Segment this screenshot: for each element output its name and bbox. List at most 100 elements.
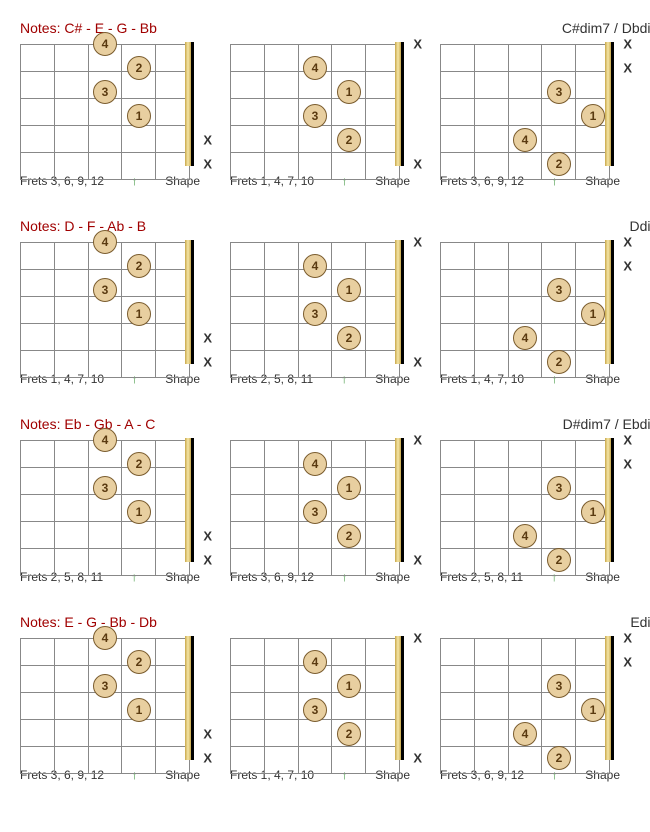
nut bbox=[395, 636, 404, 760]
mute-marker: X bbox=[623, 259, 632, 274]
mute-marker: X bbox=[413, 235, 422, 250]
mute-marker: X bbox=[413, 751, 422, 766]
chord-diagram: 3142XXFrets 2, 5, 8, 11↑Shape bbox=[440, 440, 620, 584]
fretboard: 3142XX bbox=[440, 44, 620, 164]
mute-marker: X bbox=[203, 331, 212, 346]
chord-diagram: 4231XXFrets 2, 5, 8, 11↑Shape bbox=[20, 440, 200, 584]
finger-dot: 2 bbox=[127, 452, 151, 476]
mute-marker: X bbox=[203, 133, 212, 148]
finger-dot: 1 bbox=[127, 500, 151, 524]
notes-label: Notes: C# - E - G - Bb bbox=[20, 20, 157, 36]
finger-dot: 1 bbox=[581, 698, 605, 722]
nut bbox=[395, 240, 404, 364]
finger-dot: 2 bbox=[337, 524, 361, 548]
finger-dot: 1 bbox=[337, 674, 361, 698]
fretboard: 4132XX bbox=[230, 242, 410, 362]
finger-dot: 3 bbox=[93, 476, 117, 500]
finger-dot: 1 bbox=[127, 104, 151, 128]
chord-diagram: 4132XXFrets 1, 4, 7, 10↑Shape bbox=[230, 44, 410, 188]
finger-dot: 2 bbox=[127, 650, 151, 674]
mute-marker: X bbox=[203, 355, 212, 370]
finger-dot: 4 bbox=[513, 524, 537, 548]
finger-dot: 4 bbox=[513, 326, 537, 350]
mute-marker: X bbox=[413, 553, 422, 568]
finger-dot: 4 bbox=[303, 254, 327, 278]
finger-dot: 3 bbox=[303, 698, 327, 722]
finger-dot: 4 bbox=[93, 428, 117, 452]
finger-dot: 3 bbox=[547, 80, 571, 104]
nut bbox=[605, 240, 614, 364]
finger-dot: 2 bbox=[337, 128, 361, 152]
finger-dot: 4 bbox=[303, 452, 327, 476]
chord-diagram: 4132XXFrets 1, 4, 7, 10↑Shape bbox=[230, 638, 410, 782]
mute-marker: X bbox=[203, 529, 212, 544]
finger-dot: 2 bbox=[547, 548, 571, 572]
nut bbox=[605, 636, 614, 760]
chord-diagram: 4132XXFrets 3, 6, 9, 12↑Shape bbox=[230, 440, 410, 584]
chord-diagram: 3142XXFrets 3, 6, 9, 12↑Shape bbox=[440, 638, 620, 782]
chord-diagram: 4231XXFrets 1, 4, 7, 10↑Shape bbox=[20, 242, 200, 386]
diagrams-row: 4231XXFrets 3, 6, 9, 12↑Shape4132XXFrets… bbox=[20, 638, 650, 782]
finger-dot: 2 bbox=[337, 326, 361, 350]
finger-dot: 1 bbox=[337, 476, 361, 500]
mute-marker: X bbox=[413, 355, 422, 370]
chord-diagram: 4231XXFrets 3, 6, 9, 12↑Shape bbox=[20, 638, 200, 782]
finger-dot: 1 bbox=[581, 104, 605, 128]
nut bbox=[185, 438, 194, 562]
fretboard: 3142XX bbox=[440, 440, 620, 560]
chord-row: Notes: Eb - Gb - A - CD#dim7 / Ebdim7423… bbox=[20, 416, 650, 584]
mute-marker: X bbox=[623, 655, 632, 670]
fretboard: 4231XX bbox=[20, 242, 200, 362]
finger-dot: 1 bbox=[127, 302, 151, 326]
mute-marker: X bbox=[203, 751, 212, 766]
finger-dot: 1 bbox=[581, 302, 605, 326]
finger-dot: 4 bbox=[513, 722, 537, 746]
finger-dot: 2 bbox=[337, 722, 361, 746]
finger-dot: 3 bbox=[93, 278, 117, 302]
chord-name: Ddim7 bbox=[630, 218, 650, 234]
row-header: Notes: E - G - Bb - DbEdim7 bbox=[20, 614, 650, 630]
chord-name: C#dim7 / Dbdim7 bbox=[562, 20, 650, 36]
finger-dot: 4 bbox=[513, 128, 537, 152]
mute-marker: X bbox=[203, 727, 212, 742]
chord-row: Notes: C# - E - G - BbC#dim7 / Dbdim7423… bbox=[20, 20, 650, 188]
finger-dot: 3 bbox=[547, 278, 571, 302]
nut bbox=[605, 438, 614, 562]
finger-dot: 4 bbox=[303, 650, 327, 674]
mute-marker: X bbox=[623, 235, 632, 250]
finger-dot: 2 bbox=[127, 56, 151, 80]
nut bbox=[605, 42, 614, 166]
diagrams-row: 4231XXFrets 1, 4, 7, 10↑Shape4132XXFrets… bbox=[20, 242, 650, 386]
finger-dot: 3 bbox=[547, 674, 571, 698]
chord-diagram: 4231XXFrets 3, 6, 9, 12↑Shape bbox=[20, 44, 200, 188]
mute-marker: X bbox=[413, 631, 422, 646]
finger-dot: 3 bbox=[93, 80, 117, 104]
mute-marker: X bbox=[413, 37, 422, 52]
finger-dot: 1 bbox=[337, 278, 361, 302]
finger-dot: 4 bbox=[93, 626, 117, 650]
chord-name: Edim7 bbox=[630, 614, 650, 630]
row-header: Notes: C# - E - G - Bb C#dim7 / Dbdim7 bbox=[20, 20, 650, 36]
finger-dot: 4 bbox=[93, 32, 117, 56]
finger-dot: 1 bbox=[581, 500, 605, 524]
finger-dot: 2 bbox=[127, 254, 151, 278]
chord-row: Notes: D - F - Ab - B Ddim7 4231XXFrets 1,… bbox=[20, 218, 650, 386]
diagrams-row: 4231XXFrets 3, 6, 9, 12↑Shape4132XXFrets… bbox=[20, 44, 650, 188]
notes-label: Notes: D - F - Ab - B bbox=[20, 218, 146, 234]
nut bbox=[395, 438, 404, 562]
mute-marker: X bbox=[623, 457, 632, 472]
finger-dot: 3 bbox=[93, 674, 117, 698]
mute-marker: X bbox=[623, 433, 632, 448]
nut bbox=[185, 42, 194, 166]
finger-dot: 3 bbox=[303, 104, 327, 128]
chord-name: D#dim7 / Ebdim7 bbox=[563, 416, 650, 432]
nut bbox=[185, 240, 194, 364]
finger-dot: 2 bbox=[547, 350, 571, 374]
diagrams-row: 4231XXFrets 2, 5, 8, 11↑Shape4132XXFrets… bbox=[20, 440, 650, 584]
fretboard: 3142XX bbox=[440, 242, 620, 362]
chord-diagram: 3142XXFrets 3, 6, 9, 12↑Shape bbox=[440, 44, 620, 188]
chord-diagram: 4132XXFrets 2, 5, 8, 11↑Shape bbox=[230, 242, 410, 386]
mute-marker: X bbox=[623, 37, 632, 52]
chord-diagram: 3142XXFrets 1, 4, 7, 10↑Shape bbox=[440, 242, 620, 386]
mute-marker: X bbox=[413, 157, 422, 172]
